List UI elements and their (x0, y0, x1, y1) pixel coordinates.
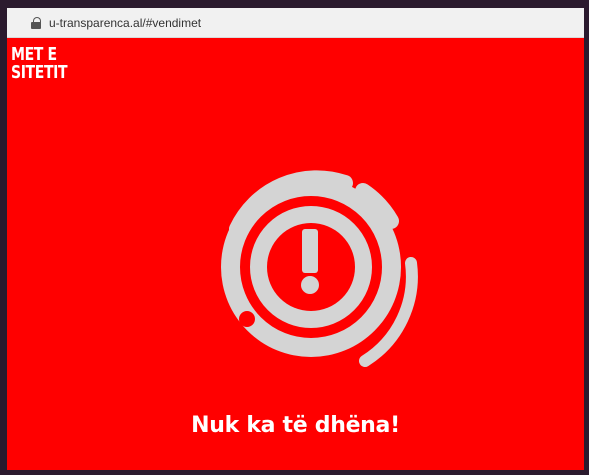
no-data-warning-icon (221, 170, 418, 367)
address-bar[interactable]: u-transparenca.al/#vendimet (7, 8, 584, 38)
brand-line-2: SITETIT (11, 62, 68, 83)
url-text[interactable]: u-transparenca.al/#vendimet (49, 16, 201, 30)
empty-state-message: Nuk ka të dhëna! (191, 413, 400, 438)
page-frame: u-transparenca.al/#vendimet MET E SITETI… (7, 8, 584, 470)
lock-icon[interactable] (31, 16, 41, 29)
site-logo[interactable]: MET E SITETIT (11, 46, 68, 83)
